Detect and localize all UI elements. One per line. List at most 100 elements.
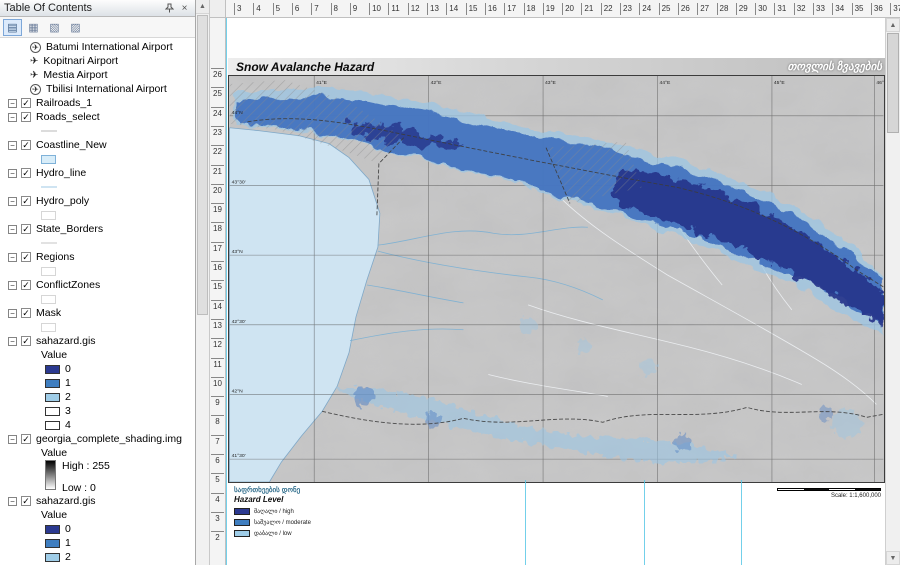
toc-layer-item[interactable]: − ✓ Coastline_New <box>0 138 195 152</box>
map-frame[interactable]: 41°E 42°E 43°E 44°E 45°E 46°E 44°N 43°30' 43°N 4… <box>228 75 885 483</box>
layer-checkbox[interactable]: ✓ <box>21 196 31 206</box>
toc-layer-item[interactable]: − ✓ georgia_complete_shading.img <box>0 432 195 446</box>
layer-value-row: Value <box>0 348 195 362</box>
ruler-top-number: 7 <box>311 3 319 15</box>
lon-label: 46°E <box>876 80 885 86</box>
list-by-selection-icon[interactable]: ▨ <box>66 19 85 36</box>
toc-scroll-thumb[interactable] <box>197 15 208 315</box>
class-label: 1 <box>65 377 71 389</box>
list-by-visibility-icon[interactable]: ▧ <box>45 19 64 36</box>
layer-checkbox[interactable]: ✓ <box>21 252 31 262</box>
map-legend-swatch <box>234 508 250 515</box>
layer-symbol-row <box>0 292 195 306</box>
layer-label: Hydro_line <box>36 167 87 179</box>
close-icon[interactable]: × <box>178 2 191 15</box>
list-by-source-icon[interactable]: ▦ <box>24 19 43 36</box>
collapse-icon[interactable]: − <box>8 196 17 206</box>
class-label: 0 <box>65 363 71 375</box>
ruler-top-number: 3 <box>234 3 241 15</box>
toc-toolbar: ▤ ▦ ▧ ▨ <box>0 17 195 38</box>
ruler-top-number: 35 <box>851 3 864 15</box>
list-by-drawing-order-icon[interactable]: ▤ <box>3 18 22 36</box>
collapse-icon[interactable]: − <box>8 140 17 150</box>
toc-titlebar[interactable]: Table Of Contents × <box>0 0 195 17</box>
layout-guide[interactable] <box>226 18 227 565</box>
ruler-top-number: 24 <box>639 3 651 15</box>
collapse-icon[interactable]: − <box>8 434 17 444</box>
collapse-icon[interactable]: − <box>8 280 17 290</box>
collapse-icon[interactable]: − <box>8 336 17 346</box>
layer-checkbox[interactable]: ✓ <box>21 496 31 506</box>
layer-checkbox[interactable]: ✓ <box>21 140 31 150</box>
layer-checkbox[interactable]: ✓ <box>21 434 31 444</box>
toc-layer-item[interactable]: − ✓ Hydro_line <box>0 166 195 180</box>
layout-guide[interactable] <box>525 480 526 565</box>
ruler-top-number: 16 <box>484 3 497 15</box>
layout-guide[interactable] <box>741 480 742 565</box>
application-window: Table Of Contents × ▤ ▦ ▧ ▨ ✈ Batumi Interna… <box>0 0 900 565</box>
scroll-up-icon[interactable]: ▲ <box>196 0 209 14</box>
layer-checkbox[interactable]: ✓ <box>21 308 31 318</box>
legend-class-row: 0 <box>0 522 195 536</box>
layer-symbol-row <box>0 152 195 166</box>
scroll-down-icon[interactable]: ▼ <box>886 551 900 565</box>
toc-layer-item[interactable]: − ✓ sahazard.gis <box>0 494 195 508</box>
toc-layer-item[interactable]: − ✓ State_Borders <box>0 222 195 236</box>
ruler-top-number: 5 <box>272 3 280 15</box>
toc-airport-item[interactable]: ✈ Kopitnari Airport <box>0 54 195 68</box>
ruler-left-number: 24 <box>211 106 224 118</box>
ruler-left-number: 3 <box>211 511 224 523</box>
toc-layer-item[interactable]: − ✓ Hydro_poly <box>0 194 195 208</box>
collapse-icon[interactable]: − <box>8 496 17 506</box>
legend-class-row: 1 <box>0 376 195 390</box>
collapse-icon[interactable]: − <box>8 308 17 318</box>
map-vertical-scrollbar[interactable]: ▲ ▼ <box>885 18 900 565</box>
ruler-left-number: 9 <box>211 396 224 407</box>
class-swatch <box>45 552 60 562</box>
ruler-corner <box>210 0 226 18</box>
collapse-icon[interactable]: − <box>8 252 17 262</box>
class-label: 0 <box>65 523 71 535</box>
pin-icon[interactable] <box>163 2 176 15</box>
layer-checkbox[interactable]: ✓ <box>21 336 31 346</box>
class-label: 2 <box>65 391 71 403</box>
toc-scrollbar[interactable]: ▲ <box>196 0 210 565</box>
collapse-icon[interactable]: − <box>8 224 17 234</box>
table-of-contents-panel: Table Of Contents × ▤ ▦ ▧ ▨ ✈ Batumi Interna… <box>0 0 196 565</box>
toc-airport-item[interactable]: ✈ Mestia Airport <box>0 68 195 82</box>
map-legend-label: დაბალი / low <box>254 531 292 537</box>
ruler-top-number: 23 <box>620 3 632 15</box>
scroll-up-icon[interactable]: ▲ <box>886 18 900 32</box>
layer-checkbox[interactable]: ✓ <box>21 98 31 108</box>
layout-guide[interactable] <box>644 480 645 565</box>
toc-layer-item[interactable]: − ✓ Roads_select <box>0 110 195 124</box>
collapse-icon[interactable]: − <box>8 168 17 178</box>
symbol-swatch <box>41 242 57 244</box>
layer-checkbox[interactable]: ✓ <box>21 280 31 290</box>
layer-checkbox[interactable]: ✓ <box>21 112 31 122</box>
ruler-left-number: 17 <box>211 241 224 253</box>
toc-layer-item[interactable]: − ✓ Railroads_1 <box>0 96 195 110</box>
symbol-swatch <box>41 186 57 188</box>
toc-airport-item[interactable]: ✈ Tbilisi International Airport <box>0 82 195 96</box>
collapse-icon[interactable]: − <box>8 98 17 108</box>
class-swatch <box>45 392 60 402</box>
scale-bar-graphic <box>777 488 881 491</box>
toc-layer-item[interactable]: − ✓ ConflictZones <box>0 278 195 292</box>
collapse-icon[interactable]: − <box>8 112 17 122</box>
layer-checkbox[interactable]: ✓ <box>21 224 31 234</box>
toc-layer-item[interactable]: − ✓ Regions <box>0 250 195 264</box>
toc-layer-item[interactable]: − ✓ Mask <box>0 306 195 320</box>
toc-layer-item[interactable]: − ✓ sahazard.gis <box>0 334 195 348</box>
scale-bar: Scale: 1:1,600,000 <box>751 488 881 499</box>
ruler-top-number: 14 <box>446 3 458 15</box>
layer-value-row: Value <box>0 508 195 522</box>
lon-label: 44°E <box>659 80 671 86</box>
layer-checkbox[interactable]: ✓ <box>21 168 31 178</box>
layout-canvas[interactable]: Snow Avalanche Hazard თოვლის ზვავების სა… <box>226 18 885 565</box>
toc-airport-item[interactable]: ✈ Batumi International Airport <box>0 40 195 54</box>
map-title-georgian: თოვლის ზვავების საფრ <box>787 61 885 73</box>
class-swatch <box>45 524 60 534</box>
airport-icon: ✈ <box>30 83 41 95</box>
scroll-thumb[interactable] <box>887 33 899 133</box>
